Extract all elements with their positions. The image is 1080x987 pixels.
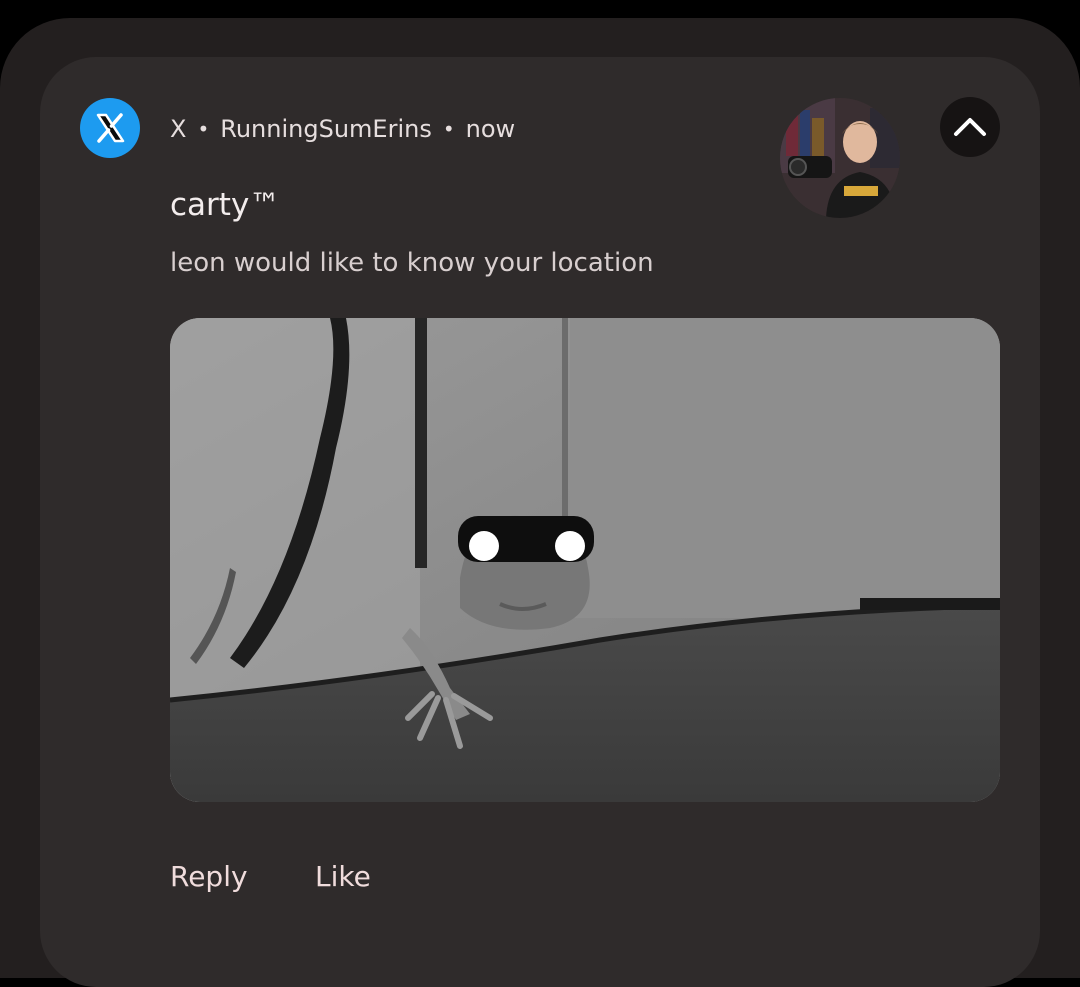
notification-title: carty™ (170, 187, 281, 223)
notification-header: X • RunningSumErins • now (170, 112, 515, 146)
collapse-button[interactable] (940, 97, 1000, 157)
timestamp: now (465, 115, 516, 143)
separator-dot: • (197, 117, 210, 141)
chevron-up-icon (954, 118, 986, 136)
avatar (780, 98, 900, 218)
x-logo-icon (80, 98, 140, 158)
reply-button[interactable]: Reply (170, 860, 248, 893)
notification-body: leon would like to know your location (170, 248, 654, 278)
like-button[interactable]: Like (315, 860, 371, 893)
attached-image[interactable] (170, 318, 1000, 802)
account-name: RunningSumErins (220, 115, 432, 143)
app-name: X (170, 115, 187, 143)
separator-dot: • (442, 117, 455, 141)
